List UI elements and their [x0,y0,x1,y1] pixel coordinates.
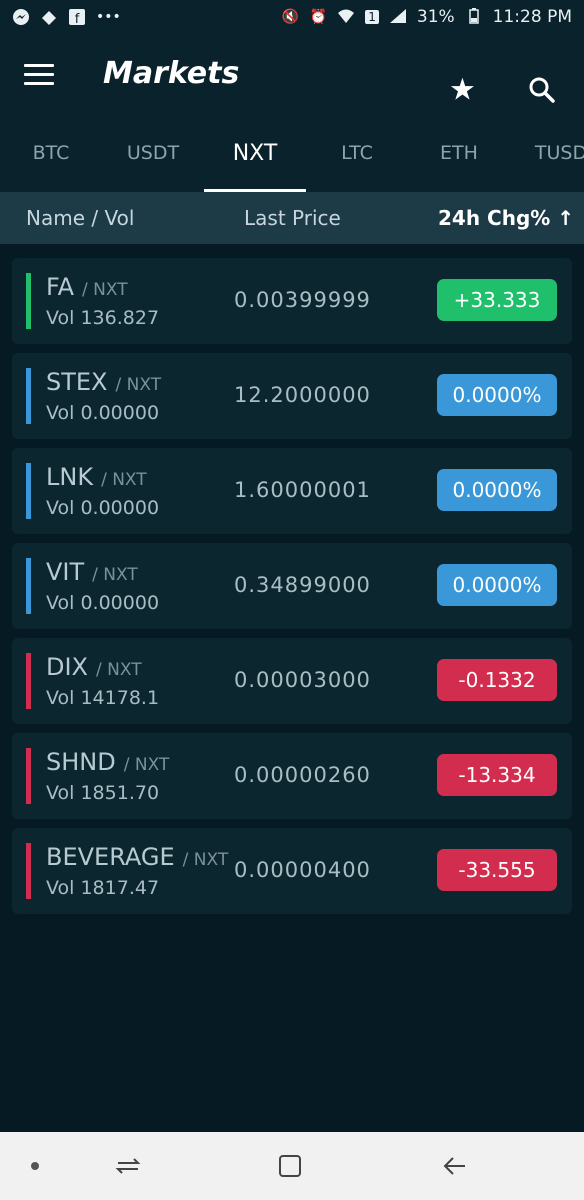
quote-currency: / NXT [101,470,147,490]
page-title: Markets [103,56,240,91]
quote-currency: / NXT [123,755,170,775]
feedly-icon [40,8,58,26]
status-bar: f ••• 🔇 ⏰ 1 31% 11:28 PM [0,0,584,34]
market-row[interactable]: DIX / NXT Vol 14178.1 0.00003000 -0.1332 [12,638,572,724]
change-badge: 0.0000% [437,374,557,416]
volume: Vol 0.00000 [46,592,160,614]
market-row[interactable]: STEX / NXT Vol 0.00000 12.2000000 0.0000% [12,353,572,439]
last-price: 1.60000001 [234,478,371,502]
market-row[interactable]: BEVERAGE / NXT Vol 1817.47 0.00000400 -33… [12,828,572,914]
quote-currency: / NXT [92,565,138,585]
app-bar: Markets ★ [0,34,584,114]
trend-bar [26,558,31,614]
alarm-icon: ⏰ [309,9,327,25]
system-nav-bar [0,1132,584,1200]
market-row[interactable]: VIT / NXT Vol 0.00000 0.34899000 0.0000% [12,543,572,629]
volume: Vol 0.00000 [46,402,160,424]
trend-bar [26,273,31,329]
name-vol-header[interactable]: Name / Vol [26,206,134,230]
column-header: Name / Vol Last Price 24h Chg% ↑ [0,192,584,244]
signal-icon [389,8,407,26]
battery-percent: 31% [416,7,455,27]
tab-nxt[interactable]: NXT [204,114,306,192]
volume: Vol 1817.47 [46,877,160,899]
symbol: LNK [46,463,94,491]
search-icon[interactable] [528,76,556,108]
home-icon[interactable] [272,1132,308,1200]
sim-badge: 1 [365,10,379,24]
trend-bar [26,463,31,519]
trend-bar [26,843,31,899]
symbol: DIX [46,653,88,681]
change-header[interactable]: 24h Chg% ↑ [438,206,574,230]
quote-currency: / NXT [115,375,162,395]
market-tabs: BTC USDT NXT LTC ETH TUSD [0,114,584,192]
symbol: BEVERAGE [46,843,175,871]
market-row[interactable]: FA / NXT Vol 136.827 0.00399999 +33.333 [12,258,572,344]
quote-currency: / NXT [96,660,142,680]
svg-text:f: f [75,12,80,26]
quote-currency: / NXT [182,850,229,870]
last-price: 0.00000260 [234,763,371,787]
change-badge: -0.1332 [437,659,557,701]
facebook-icon: f [68,8,86,27]
volume: Vol 136.827 [46,307,160,329]
menu-icon[interactable] [24,64,54,86]
quote-currency: / NXT [82,280,128,300]
clock: 11:28 PM [492,7,572,27]
battery-icon [465,8,483,26]
last-price: 0.00399999 [234,288,371,312]
more-icon: ••• [96,9,121,25]
messenger-icon [12,8,30,26]
change-badge: -13.334 [437,754,557,796]
last-price: 0.34899000 [234,573,371,597]
symbol: SHND [46,748,116,776]
volume: Vol 1851.70 [46,782,160,804]
volume: Vol 14178.1 [46,687,160,709]
volume: Vol 0.00000 [46,497,160,519]
change-badge: 0.0000% [437,564,557,606]
change-badge: 0.0000% [437,469,557,511]
wifi-icon [337,8,355,26]
mute-icon: 🔇 [281,9,299,25]
tab-btc[interactable]: BTC [0,114,102,192]
last-price: 0.00000400 [234,858,371,882]
change-badge: -33.555 [437,849,557,891]
tab-eth[interactable]: ETH [408,114,510,192]
trend-bar [26,368,31,424]
tab-usdt[interactable]: USDT [102,114,204,192]
last-price-header[interactable]: Last Price [244,206,341,230]
last-price: 0.00003000 [234,668,371,692]
last-price: 12.2000000 [234,383,371,407]
market-list: FA / NXT Vol 136.827 0.00399999 +33.333 S… [12,258,572,923]
favorites-star-icon[interactable]: ★ [449,73,476,108]
symbol: STEX [46,368,108,396]
dot-icon[interactable] [20,1132,50,1200]
symbol: VIT [46,558,85,586]
trend-bar [26,653,31,709]
trend-bar [26,748,31,804]
recent-apps-icon[interactable] [110,1132,146,1200]
change-badge: +33.333 [437,279,557,321]
symbol: FA [46,273,75,301]
tab-ltc[interactable]: LTC [306,114,408,192]
market-row[interactable]: SHND / NXT Vol 1851.70 0.00000260 -13.334 [12,733,572,819]
market-row[interactable]: LNK / NXT Vol 0.00000 1.60000001 0.0000% [12,448,572,534]
back-icon[interactable] [436,1132,472,1200]
tab-tusd[interactable]: TUSD [510,114,584,192]
